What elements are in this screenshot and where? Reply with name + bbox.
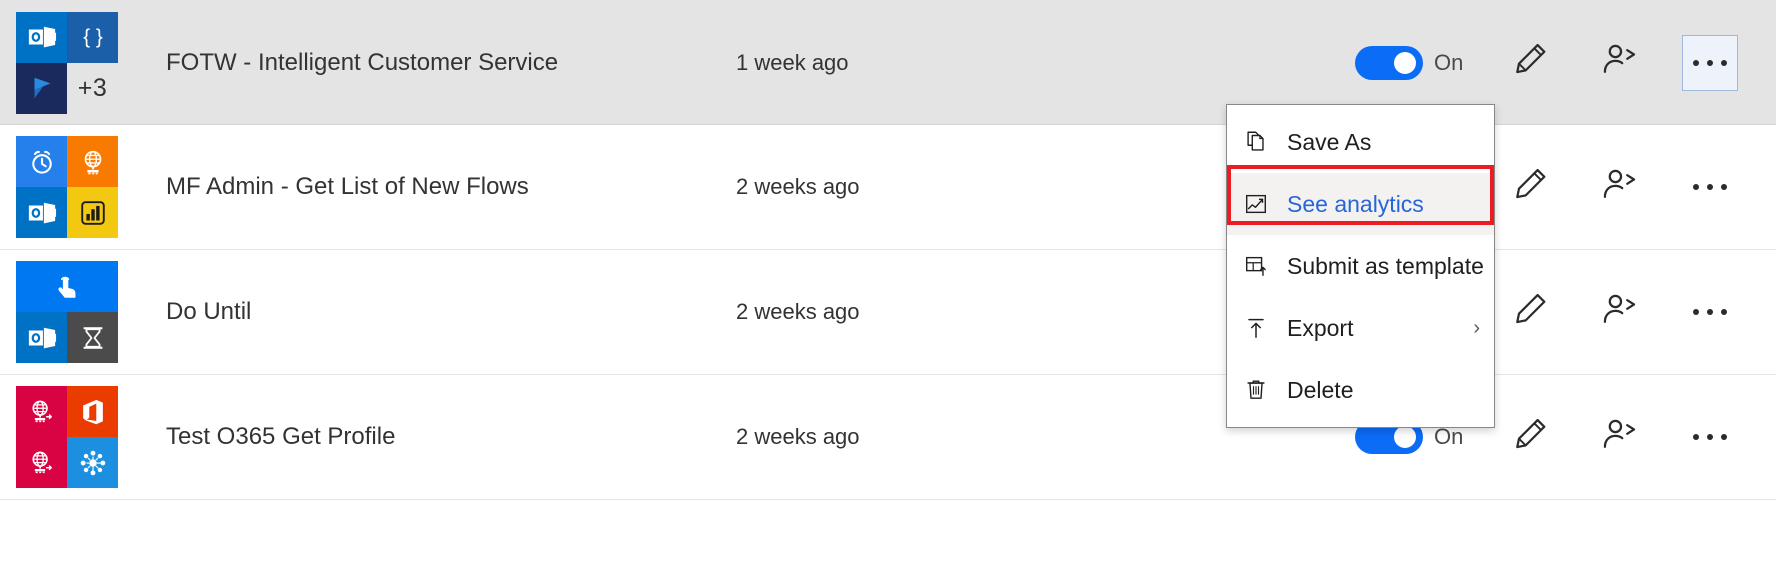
more-connectors-count: +3 [67, 63, 118, 114]
edit-button[interactable] [1502, 409, 1558, 465]
flow-row[interactable]: { } +3 FOTW - Intelligent Customer Servi… [0, 0, 1776, 125]
connector-icons [16, 261, 118, 363]
edit-button[interactable] [1502, 35, 1558, 91]
flow-list: { } +3 FOTW - Intelligent Customer Servi… [0, 0, 1776, 500]
flow-name: MF Admin - Get List of New Flows [166, 173, 529, 200]
edit-button[interactable] [1502, 159, 1558, 215]
menu-item-label: See analytics [1287, 190, 1424, 217]
menu-item-save-as[interactable]: Save As [1227, 111, 1494, 173]
more-options-icon [1693, 434, 1727, 440]
office365-users-icon [67, 437, 118, 488]
share-button[interactable] [1592, 284, 1648, 340]
more-options-icon [1693, 184, 1727, 190]
connector-icons [16, 136, 118, 238]
more-options-icon [1693, 59, 1727, 66]
braces-json-icon: { } [67, 11, 118, 63]
share-icon [1599, 164, 1641, 211]
flow-row[interactable]: Do Until 2 weeks ago [0, 250, 1776, 375]
toggle-knob [1394, 426, 1416, 448]
more-options-icon [1693, 309, 1727, 315]
flow-context-menu: Save As See analytics Submit as template… [1226, 104, 1495, 428]
trash-delete-icon [1243, 377, 1277, 403]
outlook-icon [16, 312, 67, 363]
flow-name: Do Until [166, 298, 252, 325]
share-icon [1599, 414, 1641, 461]
share-button[interactable] [1592, 159, 1648, 215]
outlook-icon [16, 11, 67, 63]
menu-item-export[interactable]: Export › [1227, 297, 1494, 359]
dynamics365-icon [16, 62, 67, 114]
svg-text:{ }: { } [83, 26, 103, 49]
edit-icon [1509, 164, 1551, 211]
copy-page-icon [1243, 129, 1277, 155]
share-icon [1599, 289, 1641, 336]
http-globe-icon [16, 386, 67, 437]
edit-icon [1509, 289, 1551, 336]
edit-icon [1509, 414, 1551, 461]
menu-item-label: Submit as template [1287, 252, 1484, 279]
more-options-button[interactable] [1682, 284, 1738, 340]
menu-item-label: Save As [1287, 128, 1372, 155]
row-actions: On [1355, 34, 1776, 91]
menu-item-see-analytics[interactable]: See analytics [1227, 173, 1494, 235]
share-icon [1599, 39, 1641, 86]
power-bi-icon [67, 187, 118, 238]
rss-globe-icon [67, 136, 118, 187]
flow-name: Test O365 Get Profile [166, 423, 396, 450]
office365-icon [67, 386, 118, 437]
connector-icons [16, 386, 118, 488]
flow-modified-date: 2 weeks ago [736, 174, 860, 199]
share-button[interactable] [1592, 409, 1648, 465]
connector-icons: { } +3 [16, 11, 118, 114]
menu-item-submit-as-template[interactable]: Submit as template [1227, 235, 1494, 297]
flow-name: FOTW - Intelligent Customer Service [166, 48, 559, 76]
outlook-icon [16, 187, 67, 238]
menu-item-delete[interactable]: Delete [1227, 359, 1494, 421]
more-options-button[interactable] [1682, 159, 1738, 215]
flow-row[interactable]: MF Admin - Get List of New Flows 2 weeks… [0, 125, 1776, 250]
more-connectors-label: +3 [77, 73, 108, 102]
export-arrow-up-icon [1243, 315, 1277, 341]
edit-button[interactable] [1502, 284, 1558, 340]
menu-item-label: Export [1287, 314, 1354, 341]
button-tap-icon [16, 261, 118, 312]
more-options-button[interactable] [1682, 409, 1738, 465]
hourglass-delay-icon [67, 312, 118, 363]
flow-modified-date: 1 week ago [736, 49, 849, 75]
recurrence-clock-icon [16, 136, 67, 187]
analytics-chart-icon [1243, 191, 1277, 217]
chevron-right-icon: › [1473, 316, 1480, 339]
flow-modified-date: 2 weeks ago [736, 299, 860, 324]
toggle-state-label: On [1434, 49, 1464, 75]
edit-icon [1509, 39, 1551, 86]
toggle-knob [1394, 51, 1416, 74]
more-options-button[interactable] [1682, 34, 1738, 91]
flow-toggle[interactable]: On [1355, 45, 1468, 80]
flow-modified-date: 2 weeks ago [736, 424, 860, 449]
toggle-track[interactable] [1355, 45, 1423, 80]
share-button[interactable] [1592, 35, 1648, 91]
submit-template-icon [1243, 253, 1277, 279]
flow-row[interactable]: Test O365 Get Profile 2 weeks ago On [0, 375, 1776, 500]
http-globe-icon [16, 437, 67, 488]
menu-item-label: Delete [1287, 376, 1354, 403]
